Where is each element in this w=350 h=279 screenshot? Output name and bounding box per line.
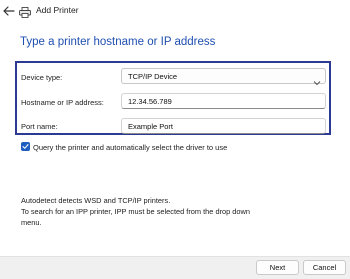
port-name-input[interactable]: Example Port <box>121 118 326 134</box>
page-heading: Type a printer hostname or IP address <box>20 36 216 48</box>
info-text-line: To search for an IPP printer, IPP must b… <box>21 207 250 216</box>
query-printer-checkbox[interactable] <box>21 142 30 151</box>
port-name-value: Example Port <box>128 122 174 131</box>
hostname-input[interactable]: 12.34.56.789 <box>121 93 326 109</box>
chevron-down-icon <box>313 73 321 86</box>
device-type-value: TCP/IP Device <box>128 72 178 81</box>
device-type-label: Device type: <box>21 73 63 82</box>
checkmark-icon <box>22 144 29 149</box>
title-bar: Add Printer <box>0 0 350 26</box>
hostname-label: Hostname or IP address: <box>21 98 104 107</box>
window-title: Add Printer <box>36 5 79 15</box>
query-printer-label[interactable]: Query the printer and automatically sele… <box>33 143 227 152</box>
add-printer-dialog: Add Printer Type a printer hostname or I… <box>0 0 350 279</box>
hostname-value: 12.34.56.789 <box>128 97 172 106</box>
next-button[interactable]: Next <box>256 260 299 275</box>
printer-icon <box>19 5 31 18</box>
device-type-select[interactable]: TCP/IP Device <box>121 68 326 86</box>
info-text-line: menu. <box>21 218 42 227</box>
info-text-line: Autodetect detects WSD and TCP/IP printe… <box>21 196 171 205</box>
back-arrow-icon[interactable] <box>2 3 16 19</box>
port-name-label: Port name: <box>21 122 58 131</box>
cancel-button[interactable]: Cancel <box>303 260 346 275</box>
